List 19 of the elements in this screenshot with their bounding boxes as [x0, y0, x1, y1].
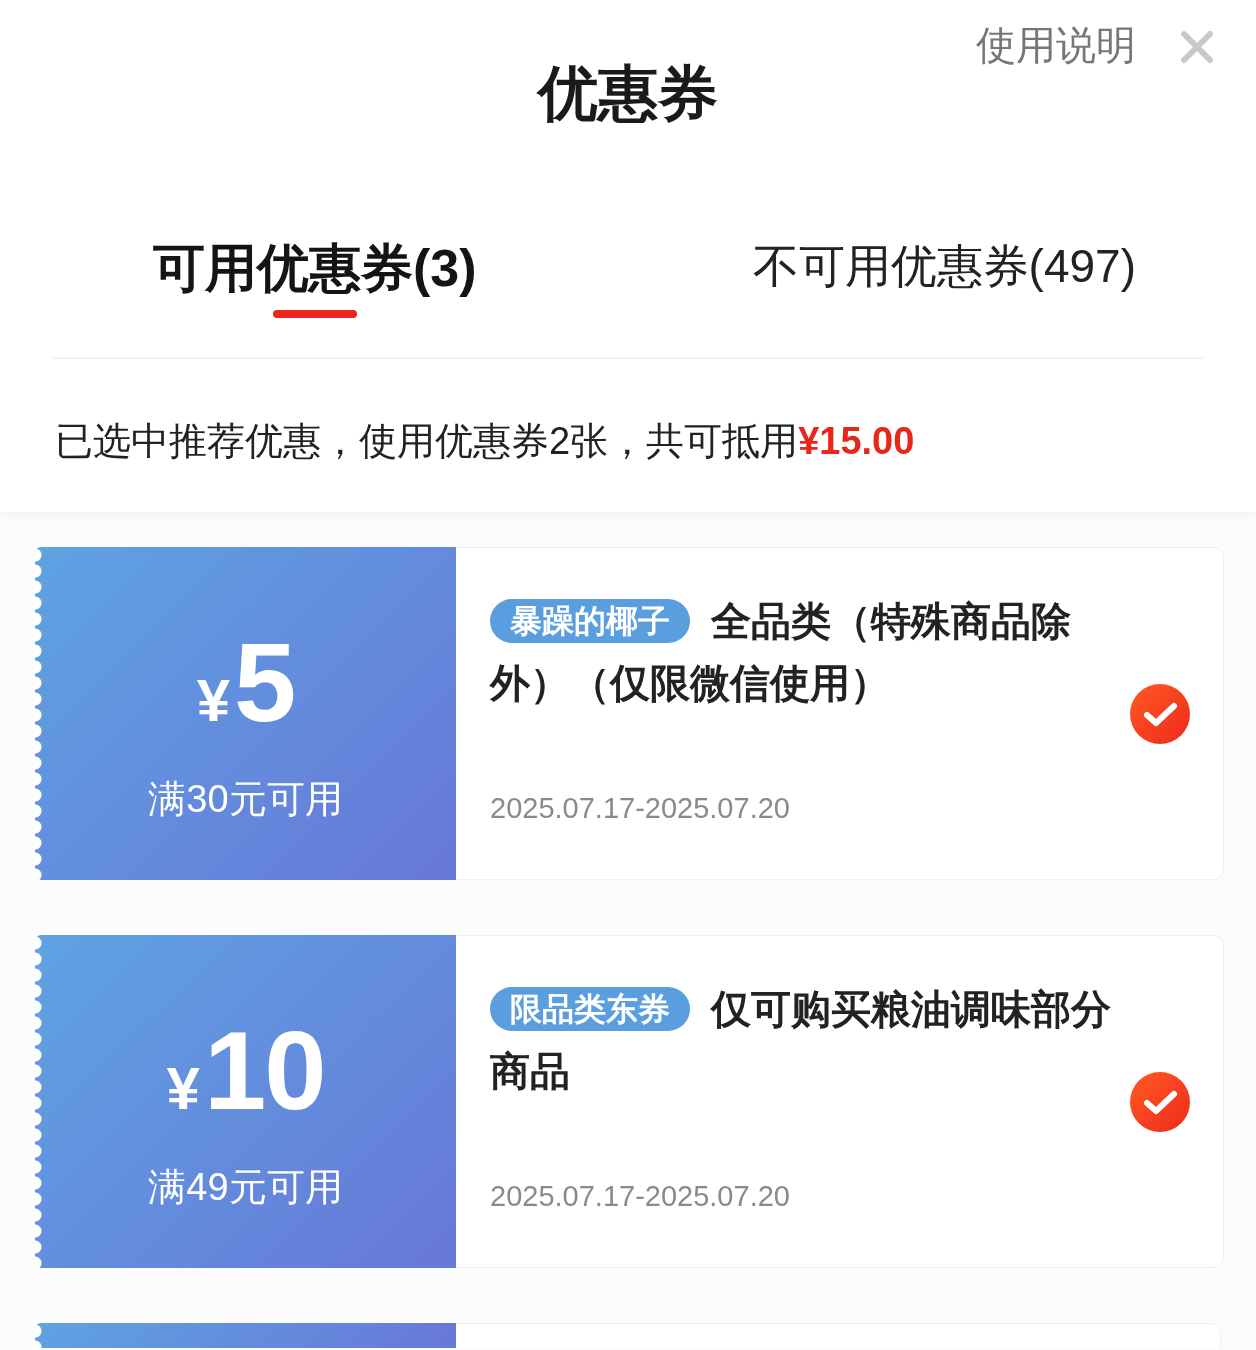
page-title: 优惠券: [538, 59, 718, 129]
coupon-type-tag: 限品类东券: [490, 987, 690, 1031]
discount-amount: ¥10: [166, 1015, 325, 1127]
coupon-type-tag: 暴躁的椰子: [490, 599, 690, 643]
discount-amount: ¥5: [196, 627, 295, 739]
coupon-title: 商品: [490, 1048, 570, 1095]
coupon-condition: 满49元可用: [148, 1165, 343, 1210]
selection-summary: 已选中推荐优惠，使用优惠券2张，共可抵用¥15.00: [55, 419, 916, 464]
coupon-title: 仅可购买粮油调味部分: [711, 986, 1111, 1033]
validity-period: 2025.07.17-2025.07.20: [490, 791, 790, 826]
usage-instructions-link[interactable]: 使用说明: [976, 20, 1136, 70]
validity-period: 2025.07.17-2025.07.20: [490, 1179, 790, 1214]
coupon-condition: 满30元可用: [148, 777, 343, 822]
check-circle-icon[interactable]: [1130, 1071, 1190, 1132]
check-circle-icon[interactable]: [1130, 683, 1190, 744]
coupon-title: 外）（仅限微信使用）: [490, 660, 890, 707]
coupon-tab[interactable]: 不可用优惠券(497): [752, 236, 1136, 314]
coupon-tab[interactable]: 可用优惠券(3): [153, 236, 477, 318]
coupon-title: 全品类（特殊商品除: [711, 598, 1071, 645]
